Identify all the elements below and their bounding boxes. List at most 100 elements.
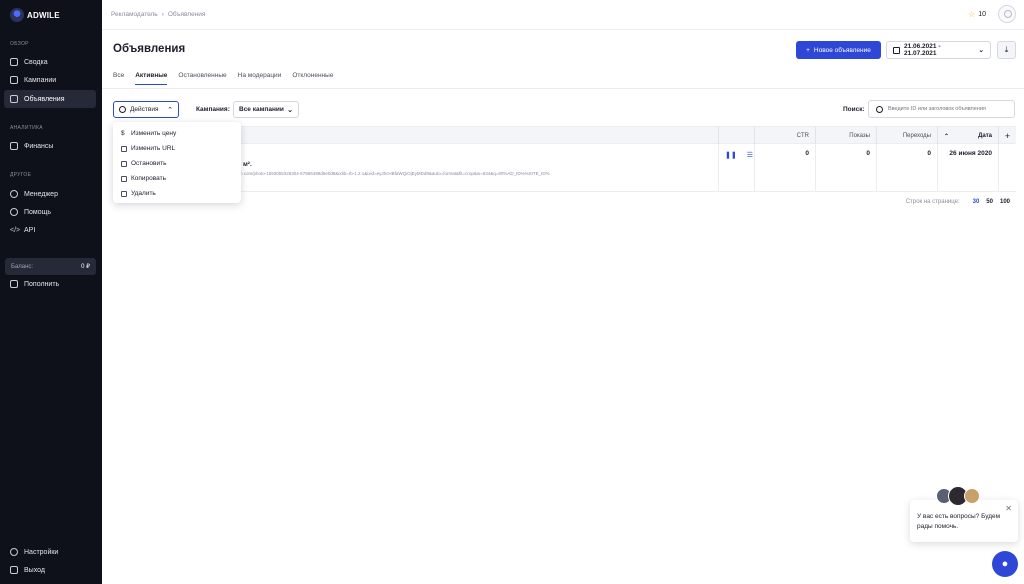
close-icon[interactable]: ✕ [1005, 504, 1012, 514]
topbar: Рекламодатель › Объявления ☆ 10 [102, 0, 1024, 30]
check-circle-icon [119, 106, 126, 113]
chat-button[interactable]: ● [992, 551, 1018, 577]
ad-title[interactable]: м². [243, 161, 252, 168]
table-row[interactable]: 0 0 0 26 июня 2020 [113, 144, 1016, 192]
tab-moderation[interactable]: На модерации [238, 72, 282, 85]
sidebar-item-label: Менеджер [24, 190, 58, 198]
add-column-button[interactable]: + [998, 127, 1016, 145]
campaign-select[interactable]: Все кампании ⌄ [233, 101, 299, 118]
actions-dropdown: $ Изменить цену Изменить URL Остановить … [113, 122, 241, 203]
chevron-up-icon: ⌃ [167, 106, 173, 114]
breadcrumb-item[interactable]: Рекламодатель [111, 11, 158, 18]
chat-message: У вас есть вопросы? Будем рады помочь. [917, 513, 1001, 530]
tab-stopped[interactable]: Остановленные [178, 72, 226, 85]
chat-bubble-icon: ● [1001, 558, 1009, 570]
sidebar-item-summary[interactable]: Сводка [4, 53, 96, 71]
actions-button[interactable]: Действия ⌃ [113, 101, 179, 118]
sidebar-item-manager[interactable]: Менеджер [4, 185, 96, 203]
star-icon: ☆ [968, 10, 976, 19]
stars-value: 10 [978, 11, 986, 18]
menu-item-label: Остановить [131, 160, 167, 167]
breadcrumb-item: Объявления [167, 11, 206, 18]
plus-icon: + [806, 46, 810, 54]
sidebar-item-finance[interactable]: Финансы [4, 137, 96, 155]
table-cell-shows: 0 [815, 144, 876, 192]
pagination-label: Строк на странице: [905, 199, 960, 205]
menu-item-change-price[interactable]: $ Изменить цену [113, 126, 241, 141]
table-header-ctr[interactable]: CTR [754, 127, 815, 145]
pause-icon[interactable]: ❚❚ [725, 151, 737, 159]
menu-item-change-url[interactable]: Изменить URL [113, 141, 241, 156]
page-size-option[interactable]: 50 [986, 199, 993, 205]
sidebar-item-api[interactable]: </> API [4, 221, 96, 239]
logo[interactable]: ADWILE [10, 8, 60, 22]
table-header-clicks[interactable]: Переходы [876, 127, 937, 145]
dollar-icon: $ [121, 130, 125, 137]
tab-all[interactable]: Все [113, 72, 124, 85]
topup-button[interactable]: Пополнить [4, 275, 96, 293]
copy-icon [121, 175, 127, 182]
actions-label: Действия [130, 106, 159, 113]
new-ad-button[interactable]: + Новое объявление [796, 41, 881, 59]
table-cell-empty [998, 144, 1016, 192]
sidebar-item-ads[interactable]: Объявления [4, 90, 96, 108]
page-size-option[interactable]: 100 [1000, 199, 1010, 205]
sidebar-item-label: Помощь [24, 208, 52, 216]
sidebar-item-logout[interactable]: Выход [4, 561, 96, 579]
sidebar-item-label: Настройки [24, 548, 59, 556]
calendar-icon [893, 46, 900, 54]
table-header-shows[interactable]: Показы [815, 127, 876, 145]
download-button[interactable]: ⤓ [997, 41, 1016, 59]
search-input[interactable] [888, 106, 1008, 112]
sidebar-item-label: API [24, 226, 36, 234]
sidebar-item-label: Сводка [24, 58, 48, 66]
search-icon [876, 105, 883, 113]
table-cell-clicks: 0 [876, 144, 937, 192]
chat-card[interactable]: ✕ У вас есть вопросы? Будем рады помочь. [910, 500, 1018, 542]
page-size-option[interactable]: 30 [973, 199, 980, 205]
search-box [868, 100, 1015, 118]
chevron-down-icon: ⌄ [978, 47, 984, 54]
sidebar-item-label: Объявления [24, 95, 65, 103]
download-icon: ⤓ [1004, 45, 1009, 54]
wallet-icon [10, 142, 18, 150]
chevron-down-icon: ⌄ [287, 106, 293, 114]
support-avatar [964, 488, 980, 504]
support-avatars [936, 486, 980, 506]
code-icon: </> [10, 226, 21, 234]
external-link-icon [121, 145, 127, 152]
avatar[interactable] [998, 5, 1016, 23]
board-icon [10, 76, 18, 84]
menu-item-label: Изменить URL [131, 145, 176, 152]
logout-icon [10, 566, 18, 574]
gear-icon [10, 548, 18, 556]
chevron-right-icon: › [161, 11, 164, 18]
tab-active[interactable]: Активные [135, 72, 168, 85]
table-header-actions [718, 127, 754, 145]
sidebar-item-campaigns[interactable]: Кампании [4, 71, 96, 89]
balance-box: Баланс: 0 ₽ [5, 258, 96, 275]
balance-amount: 0 ₽ [81, 264, 90, 270]
pause-icon [121, 160, 127, 167]
stars-counter[interactable]: ☆ 10 [968, 10, 986, 19]
sidebar-item-help[interactable]: Помощь [4, 203, 96, 221]
chat-icon [10, 190, 18, 198]
menu-item-stop[interactable]: Остановить [113, 156, 241, 171]
table-cell-ctr: 0 [754, 144, 815, 192]
ads-table: CTR Показы Переходы ⌃ Дата + 0 0 0 26 ию… [113, 126, 1016, 192]
plus-icon: + [1004, 131, 1011, 141]
table-header-date[interactable]: ⌃ Дата [937, 127, 998, 145]
menu-item-delete[interactable]: Удалить [113, 186, 241, 201]
topup-label: Пополнить [24, 280, 60, 288]
settings-sliders-icon[interactable]: ☰ [747, 151, 753, 159]
row-icons: ❚❚ ☰ [725, 151, 753, 159]
page-title: Объявления [113, 43, 186, 55]
sidebar-item-settings[interactable]: Настройки [4, 543, 96, 561]
grid-icon [10, 58, 18, 66]
menu-item-copy[interactable]: Копировать [113, 171, 241, 186]
tab-rejected[interactable]: Отклоненные [292, 72, 333, 85]
date-range-picker[interactable]: 21.06.2021 - 21.07.2021 ⌄ [886, 41, 991, 59]
logo-text: ADWILE [27, 10, 60, 20]
breadcrumb: Рекламодатель › Объявления [111, 11, 205, 18]
campaign-value: Все кампании [239, 106, 284, 113]
